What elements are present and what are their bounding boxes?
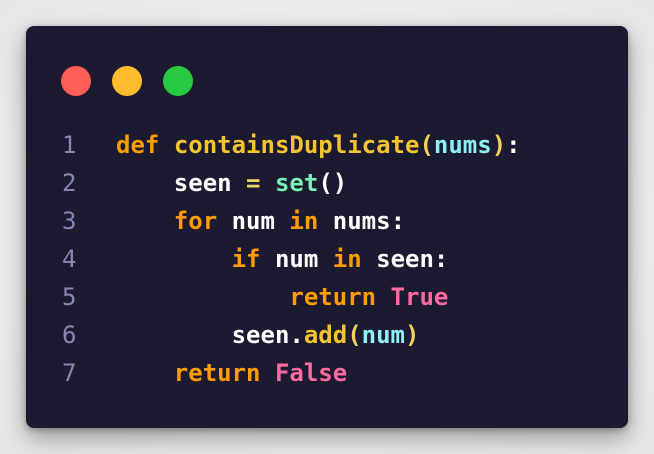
code-token-identifier: num	[231, 207, 275, 235]
maximize-window-dot[interactable]	[163, 66, 193, 96]
code-token-paren: )	[405, 321, 420, 349]
code-token-function: containsDuplicate	[173, 131, 420, 159]
line-number: 5	[62, 283, 77, 311]
line-source: seen = set()	[116, 164, 347, 202]
line-source: seen.add(num)	[116, 316, 420, 354]
code-token-boolean: False	[274, 359, 348, 387]
code-token-punct: :	[433, 245, 449, 273]
code-line: 2 seen = set()	[26, 164, 628, 202]
code-token-identifier: seen	[173, 169, 232, 197]
code-line: 5 return True	[26, 278, 628, 316]
minimize-window-dot[interactable]	[112, 66, 142, 96]
code-token-identifier: seen	[376, 245, 434, 273]
line-source: return False	[116, 354, 347, 392]
code-token-keyword: for	[173, 207, 218, 235]
code-token-paren: (	[419, 131, 434, 159]
code-line: 1 def containsDuplicate(nums):	[26, 126, 628, 164]
code-token-paren: )	[491, 131, 507, 159]
line-number: 2	[62, 169, 77, 197]
line-number: 7	[62, 359, 77, 387]
line-number: 1	[62, 131, 77, 159]
code-window: 1 def containsDuplicate(nums): 2 seen = se…	[26, 26, 628, 428]
line-number: 3	[62, 207, 77, 235]
code-token-identifier: seen	[231, 321, 290, 349]
code-token-builtin: set	[274, 169, 319, 197]
line-number: 4	[62, 245, 77, 273]
code-token-punct: :	[506, 131, 521, 159]
line-source: def containsDuplicate(nums):	[116, 126, 521, 164]
background: 1 def containsDuplicate(nums): 2 seen = se…	[0, 0, 654, 454]
code-token-identifier: num	[274, 245, 319, 273]
code-token-boolean: True	[390, 283, 449, 311]
code-token-keyword: return	[173, 359, 261, 387]
code-line: 4 if num in seen:	[26, 240, 628, 278]
code-line: 3 for num in nums:	[26, 202, 628, 240]
line-source: return True	[116, 278, 448, 316]
code-token-param: num	[361, 321, 406, 349]
code-token-operator: =	[246, 169, 261, 197]
code-token-param: nums	[433, 131, 492, 159]
code-line: 6 seen.add(num)	[26, 316, 628, 354]
code-token-punct: :	[390, 207, 406, 235]
code-block: 1 def containsDuplicate(nums): 2 seen = se…	[26, 126, 628, 392]
code-token-function: add	[303, 321, 348, 349]
line-source: if num in seen:	[116, 240, 449, 278]
code-token-keyword: in	[332, 245, 362, 273]
code-line: 7 return False	[26, 354, 628, 392]
code-token-punct: .	[289, 321, 304, 349]
code-token-paren: (	[347, 321, 362, 349]
code-token-keyword: return	[289, 283, 377, 311]
close-window-dot[interactable]	[61, 66, 91, 96]
code-token-punct: ()	[318, 169, 348, 197]
code-token-keyword: in	[289, 207, 319, 235]
line-source: for num in nums:	[116, 202, 405, 240]
code-token-keyword: def	[116, 131, 160, 159]
line-number: 6	[62, 321, 77, 349]
code-token-keyword: if	[231, 245, 261, 273]
code-token-identifier: nums	[332, 207, 391, 235]
